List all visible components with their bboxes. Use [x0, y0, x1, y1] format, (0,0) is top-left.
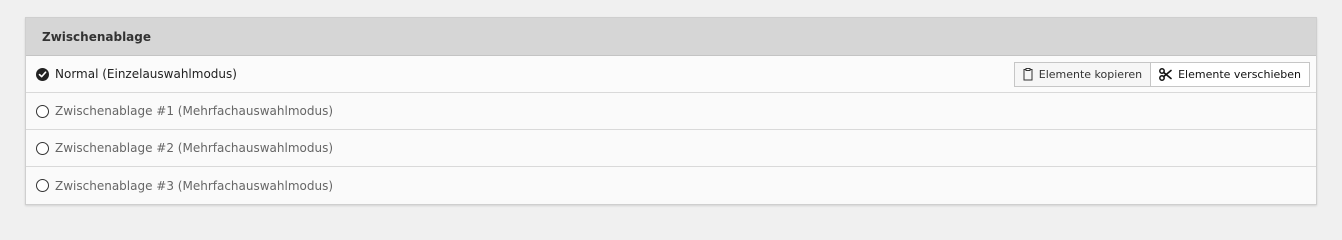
clipboard-option-label: Normal (Einzelauswahlmodus): [55, 67, 237, 81]
clipboard-panel: Zwischenablage Normal (Einzelauswahlmodu…: [25, 17, 1317, 205]
move-elements-label: Elemente verschieben: [1178, 68, 1301, 81]
copy-elements-label: Elemente kopieren: [1038, 68, 1143, 81]
clipboard-option-3[interactable]: Zwischenablage #3 (Mehrfachauswahlmodus): [26, 167, 1316, 204]
panel-title: Zwischenablage: [42, 29, 152, 44]
radio-icon[interactable]: [36, 141, 49, 155]
clipboard-option-1[interactable]: Zwischenablage #1 (Mehrfachauswahlmodus): [26, 93, 1316, 130]
clipboard-icon: [1023, 68, 1033, 81]
radio-icon[interactable]: [36, 179, 49, 192]
clipboard-option-normal[interactable]: Normal (Einzelauswahlmodus) Elemente kop…: [26, 56, 1316, 93]
clipboard-actions: Elemente kopieren Elemente verschieben: [1013, 62, 1310, 87]
copy-elements-button[interactable]: Elemente kopieren: [1013, 62, 1152, 87]
clipboard-option-label: Zwischenablage #3 (Mehrfachauswahlmodus): [55, 178, 334, 193]
clipboard-option-label: Zwischenablage #2 (Mehrfachauswahlmodus): [55, 141, 334, 155]
clipboard-option-2[interactable]: Zwischenablage #2 (Mehrfachauswahlmodus): [26, 130, 1316, 167]
move-elements-button[interactable]: Elemente verschieben: [1151, 62, 1310, 87]
clipboard-option-label: Zwischenablage #1 (Mehrfachauswahlmodus): [55, 104, 334, 118]
radio-icon[interactable]: [36, 104, 49, 118]
scissors-icon: [1159, 68, 1172, 81]
checked-radio-icon[interactable]: [36, 67, 49, 81]
panel-header: Zwischenablage: [26, 18, 1316, 56]
